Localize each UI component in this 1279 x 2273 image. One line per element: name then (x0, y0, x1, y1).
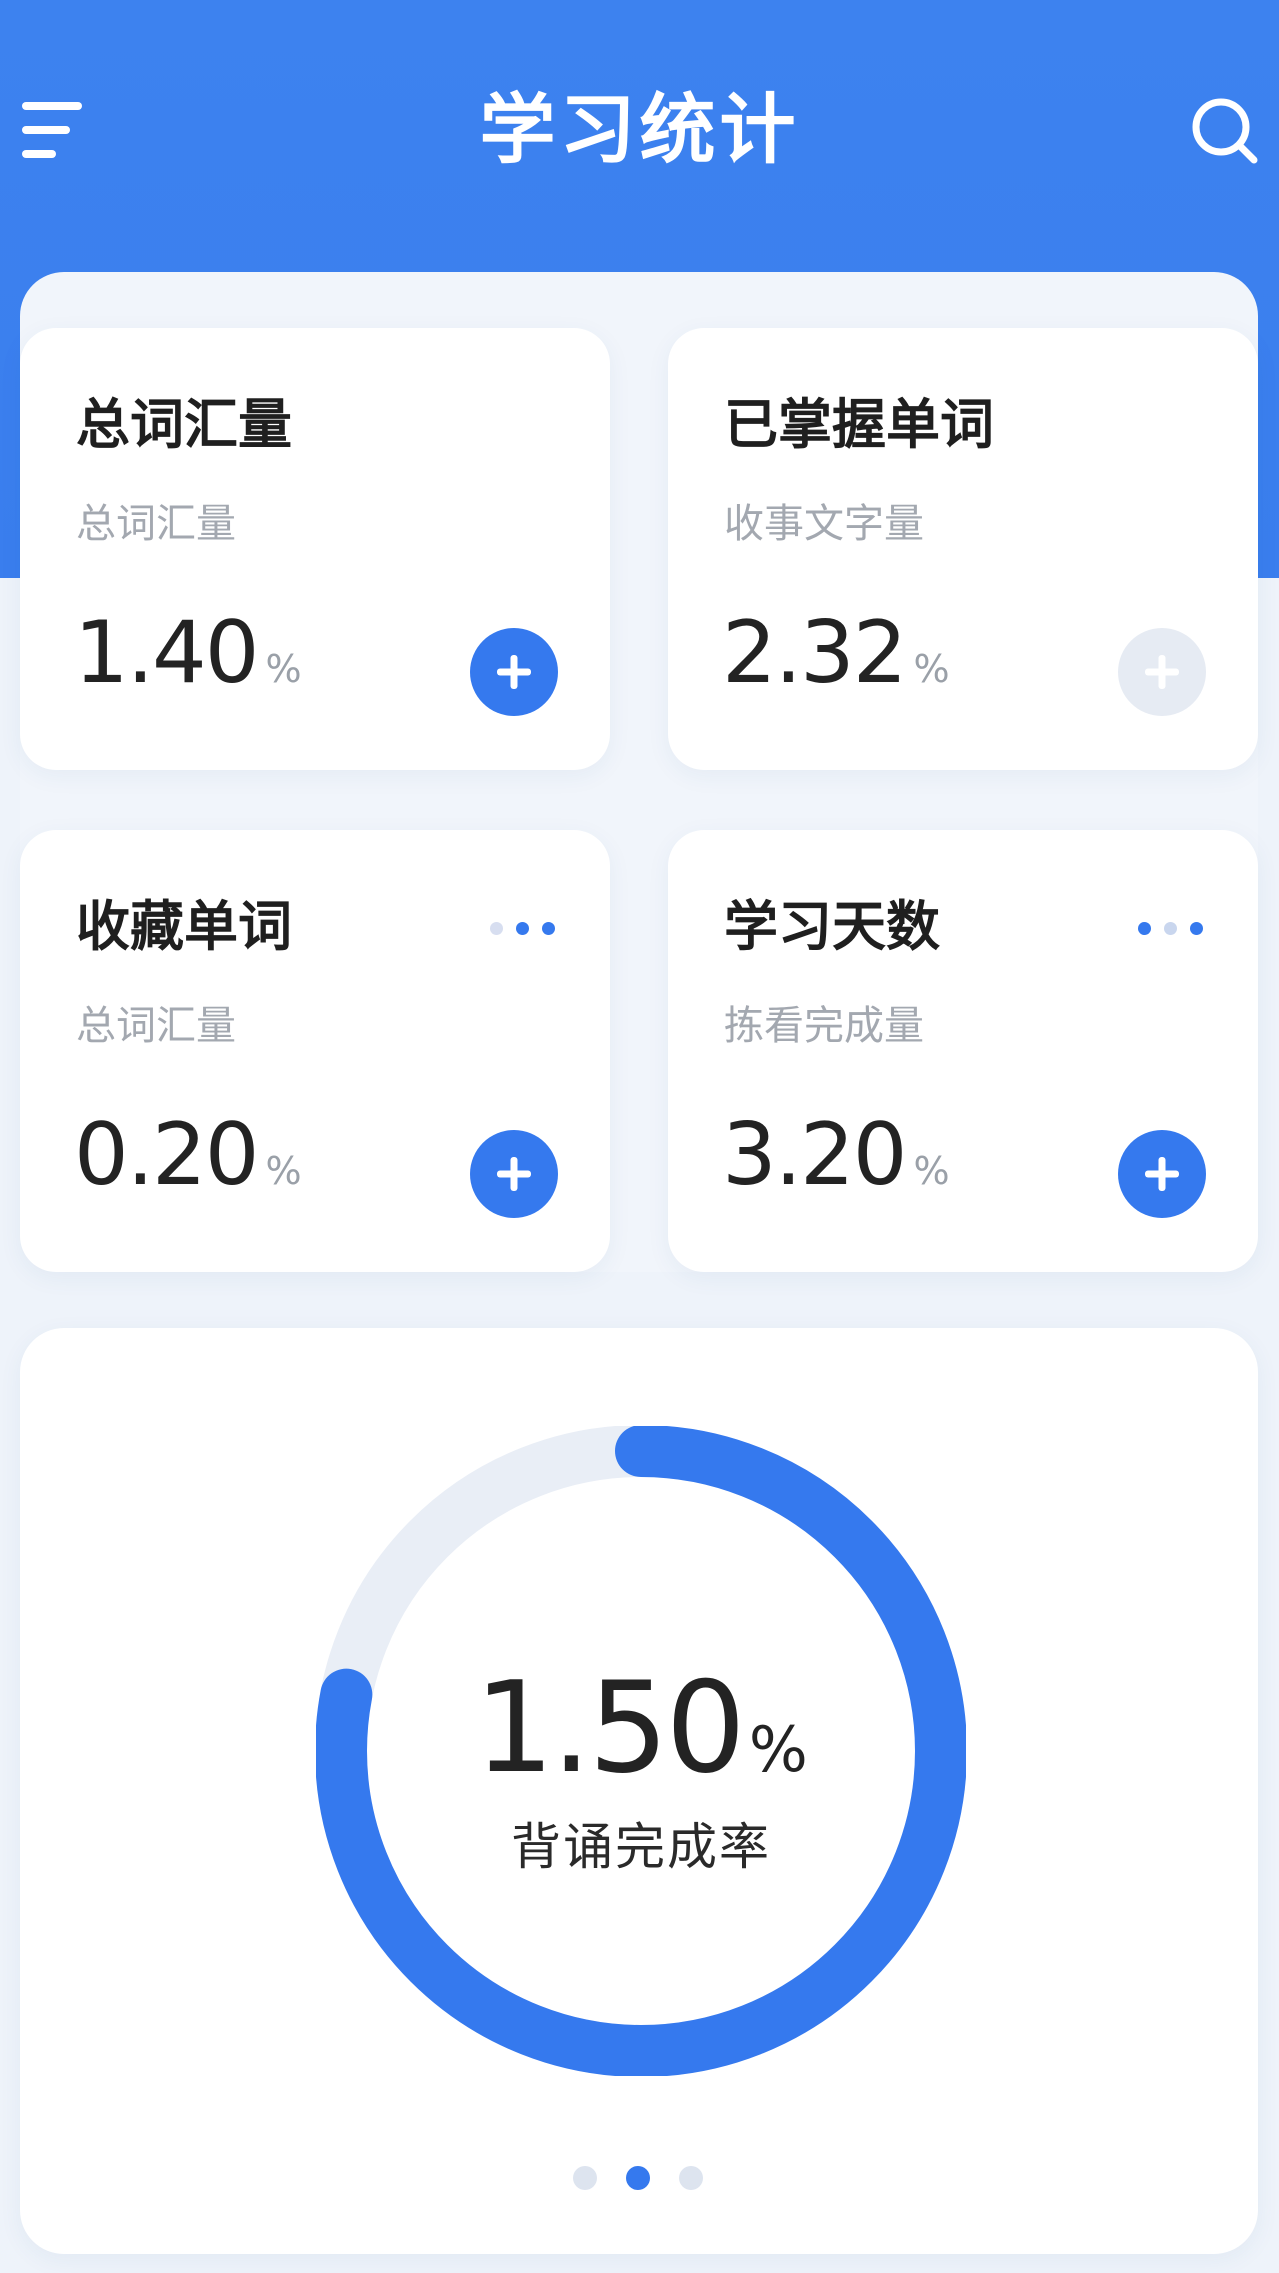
card-subtitle: 总词汇量 (76, 1003, 236, 1049)
page-dot[interactable] (573, 2166, 597, 2190)
more-icon[interactable] (1138, 908, 1208, 948)
card-value-number: 1.40 (74, 603, 259, 703)
card-value-number: 2.32 (722, 603, 907, 703)
card-value: 2.32% (722, 598, 950, 724)
card-value-number: 3.20 (722, 1105, 907, 1205)
card-title: 收藏单词 (76, 895, 292, 958)
page-title: 学习统计 (479, 85, 800, 174)
learning-stats-screen: 学习统计 总词汇量 总词汇量 1.40% 已掌握单词 收事文字量 2.32% 收… (0, 0, 1279, 2273)
add-button[interactable] (470, 1130, 558, 1218)
ring-label: 背诵完成率 (511, 1818, 771, 1876)
page-dot-active[interactable] (626, 2166, 650, 2190)
card-value-unit: % (265, 647, 302, 691)
card-value-unit: % (265, 1149, 302, 1193)
more-dot (1164, 922, 1177, 935)
card-title: 已掌握单词 (724, 393, 994, 456)
card-subtitle: 收事文字量 (724, 501, 924, 547)
stat-card-study-days: 学习天数 拣看完成量 3.20% (668, 830, 1258, 1272)
stat-card-total-vocabulary: 总词汇量 总词汇量 1.40% (20, 328, 610, 770)
card-value: 3.20% (722, 1100, 950, 1226)
stat-card-mastered-words: 已掌握单词 收事文字量 2.32% (668, 328, 1258, 770)
card-title: 学习天数 (724, 895, 940, 958)
card-subtitle: 总词汇量 (76, 501, 236, 547)
ring-value: 1.50% (316, 1658, 966, 1820)
app-bar: 学习统计 (0, 0, 1279, 270)
card-value: 0.20% (74, 1100, 302, 1226)
stat-card-saved-words: 收藏单词 总词汇量 0.20% (20, 830, 610, 1272)
card-value-number: 0.20 (74, 1105, 259, 1205)
more-icon[interactable] (490, 908, 560, 948)
more-dot (516, 922, 529, 935)
more-dot (1190, 922, 1203, 935)
card-value-unit: % (913, 647, 950, 691)
card-value-unit: % (913, 1149, 950, 1193)
page-indicator (573, 2164, 703, 2194)
page-dot[interactable] (679, 2166, 703, 2190)
ring-value-number: 1.50 (474, 1654, 746, 1801)
card-value: 1.40% (74, 598, 302, 724)
more-dot (542, 922, 555, 935)
more-dot (490, 922, 503, 935)
search-icon[interactable] (1190, 96, 1260, 166)
ring-value-unit: % (748, 1713, 808, 1786)
add-button[interactable] (470, 628, 558, 716)
more-dot (1138, 922, 1151, 935)
add-button-disabled[interactable] (1118, 628, 1206, 716)
card-subtitle: 拣看完成量 (724, 1003, 924, 1049)
completion-ring-card: 1.50% 背诵完成率 (20, 1328, 1258, 2254)
add-button[interactable] (1118, 1130, 1206, 1218)
card-title: 总词汇量 (76, 393, 292, 456)
